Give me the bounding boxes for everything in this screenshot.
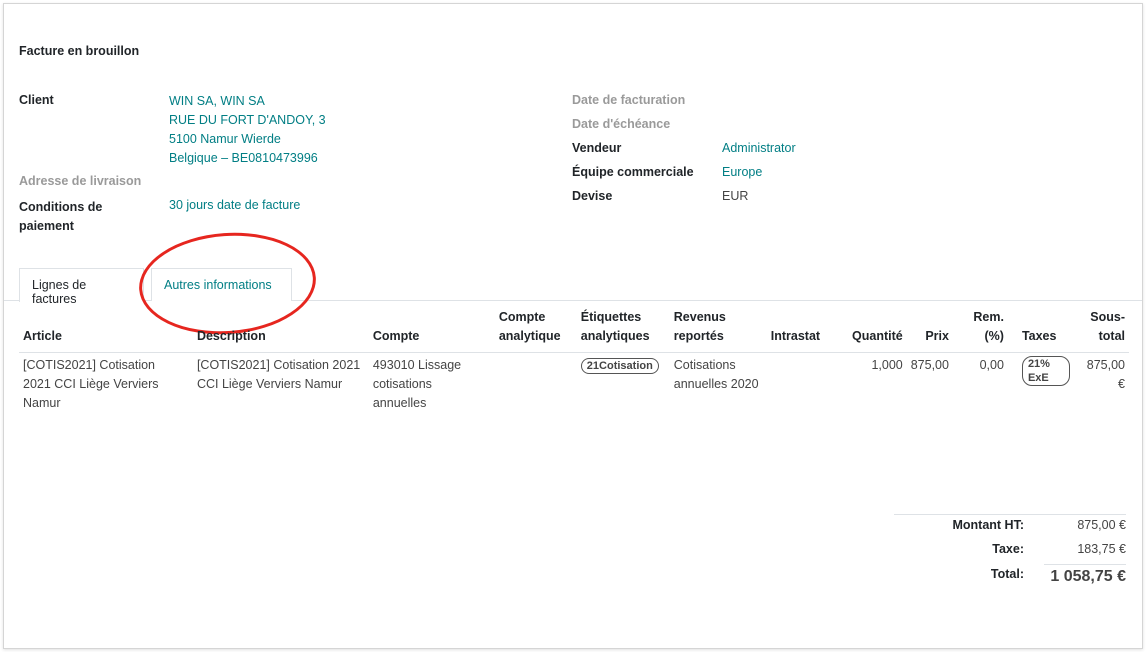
col-account[interactable]: Compte <box>368 304 495 353</box>
row-price[interactable]: 875,00 <box>907 353 953 417</box>
col-deferred-line2: reportés <box>673 329 724 343</box>
client-city: 5100 Namur Wierde <box>169 132 281 146</box>
tab-invoice-lines[interactable]: Lignes de factures <box>19 268 144 306</box>
col-deferred-revenue[interactable]: Revenus reportés <box>669 304 767 353</box>
payment-terms-label-line1: Conditions de <box>19 200 103 214</box>
article-line: [COTIS2021] Cotisation <box>23 358 156 372</box>
account-line: 493010 Lissage <box>372 358 462 372</box>
tax-badge[interactable]: 21% ExE <box>1021 356 1070 386</box>
payment-terms-label-line2: paiement <box>19 219 74 233</box>
account-line: cotisations <box>372 377 432 391</box>
row-quantity[interactable]: 1,000 <box>835 353 907 417</box>
col-discount-line1: Rem. <box>973 310 1004 324</box>
row-account[interactable]: 493010 Lissage cotisations annuelles <box>369 353 495 417</box>
article-line: 2021 CCI Liège Verviers <box>23 377 159 391</box>
payment-terms-label: Conditions de paiement <box>19 198 102 236</box>
currency-label: Devise <box>572 189 613 203</box>
tax-amount-label: Taxe: <box>992 542 1024 556</box>
totals-divider <box>894 514 1126 515</box>
deferred-line: Cotisations <box>673 358 736 372</box>
payment-terms-value[interactable]: 30 jours date de facture <box>169 198 300 212</box>
currency-value[interactable]: EUR <box>722 189 748 203</box>
col-subtotal[interactable]: Sous-total <box>1073 304 1129 353</box>
col-subtotal-line1: Sous- <box>1090 310 1125 324</box>
description-line: [COTIS2021] Cotisation 2021 <box>196 358 361 372</box>
salesperson-label: Vendeur <box>572 141 622 155</box>
table-row[interactable]: [COTIS2021] Cotisation 2021 CCI Liège Ve… <box>19 353 1129 417</box>
col-discount-line2: (%) <box>984 329 1004 343</box>
col-quantity[interactable]: Quantité <box>834 304 907 353</box>
col-price[interactable]: Prix <box>906 304 953 353</box>
due-date-label: Date d'échéance <box>572 117 671 131</box>
description-line: CCI Liège Verviers Namur <box>196 377 343 391</box>
total-label: Total: <box>990 567 1024 581</box>
tax-amount-value: 183,75 € <box>1077 542 1126 556</box>
client-street: RUE DU FORT D'ANDOY, 3 <box>169 113 326 127</box>
col-analytic-tags-line1: Étiquettes <box>580 310 642 324</box>
delivery-address-label: Adresse de livraison <box>19 174 142 188</box>
invoice-form-sheet: Facture en brouillon Client WIN SA, WIN … <box>3 3 1143 649</box>
row-discount[interactable]: 0,00 <box>953 353 1008 417</box>
col-deferred-line1: Revenus <box>673 310 726 324</box>
col-analytic-account-line2: analytique <box>498 329 561 343</box>
row-description[interactable]: [COTIS2021] Cotisation 2021 CCI Liège Ve… <box>193 353 369 417</box>
article-line: Namur <box>23 396 61 410</box>
untaxed-amount-value: 875,00 € <box>1077 518 1126 532</box>
table-header-row: Article Description Compte Compte analyti… <box>19 304 1129 353</box>
row-analytic-account[interactable] <box>495 353 577 417</box>
row-deferred-revenue[interactable]: Cotisations annuelles 2020 <box>670 353 767 417</box>
row-intrastat[interactable] <box>767 353 835 417</box>
form-status-title: Facture en brouillon <box>19 44 140 58</box>
deferred-line: annuelles 2020 <box>673 377 759 391</box>
row-analytic-tags[interactable]: 21Cotisation <box>577 353 670 417</box>
col-article[interactable]: Article <box>19 304 193 353</box>
client-label: Client <box>19 93 54 107</box>
col-intrastat[interactable]: Intrastat <box>766 304 835 353</box>
untaxed-amount-label: Montant HT: <box>952 518 1024 532</box>
col-analytic-tags-line2: analytiques <box>580 329 650 343</box>
row-taxes[interactable]: 21% ExE <box>1008 353 1074 417</box>
analytic-tag-badge[interactable]: 21Cotisation <box>580 358 659 374</box>
client-name-link[interactable]: WIN SA, WIN SA <box>169 92 326 111</box>
total-value: 1 058,75 € <box>1050 568 1126 585</box>
col-analytic-account-line1: Compte <box>498 310 546 324</box>
row-article[interactable]: [COTIS2021] Cotisation 2021 CCI Liège Ve… <box>19 353 193 417</box>
client-address[interactable]: WIN SA, WIN SA RUE DU FORT D'ANDOY, 3 51… <box>169 92 326 168</box>
col-taxes[interactable]: Taxes <box>1007 304 1074 353</box>
total-divider <box>1044 564 1126 565</box>
row-subtotal: 875,00 € <box>1086 358 1125 391</box>
salesperson-value[interactable]: Administrator <box>722 141 796 155</box>
col-description[interactable]: Description <box>192 304 369 353</box>
col-analytic-account[interactable]: Compte analytique <box>494 304 577 353</box>
account-line: annuelles <box>372 396 427 410</box>
col-discount[interactable]: Rem. (%) <box>952 304 1008 353</box>
sales-team-label: Équipe commerciale <box>572 165 694 179</box>
invoice-lines-table: Article Description Compte Compte analyti… <box>19 304 1129 416</box>
invoice-date-label: Date de facturation <box>572 93 686 107</box>
col-subtotal-line2: total <box>1098 329 1125 343</box>
col-analytic-tags[interactable]: Étiquettes analytiques <box>576 304 670 353</box>
client-country-vat: Belgique – BE0810473996 <box>169 151 318 165</box>
sales-team-value[interactable]: Europe <box>722 165 762 179</box>
